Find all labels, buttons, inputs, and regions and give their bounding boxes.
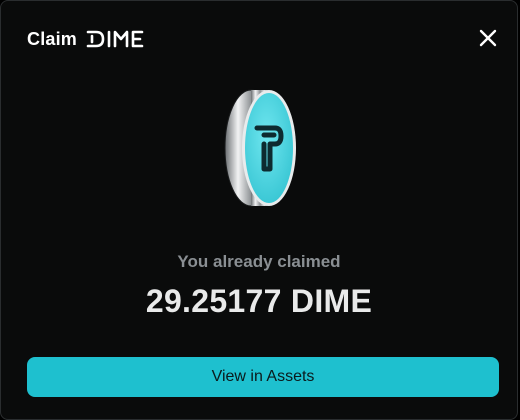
dialog-title: Claim — [27, 28, 78, 49]
dime-logo-icon — [86, 29, 146, 49]
view-in-assets-button[interactable]: View in Assets — [27, 357, 499, 397]
close-icon — [479, 29, 497, 47]
close-button[interactable] — [477, 27, 499, 49]
claimed-amount: 29.25177 DIME — [145, 283, 373, 319]
dialog-header: Claim — [27, 27, 146, 51]
dime-coin-icon — [215, 83, 301, 213]
claimed-message: You already claimed — [177, 252, 341, 271]
claim-dialog: Claim You already claimed 29.25177 DIME … — [0, 0, 518, 420]
